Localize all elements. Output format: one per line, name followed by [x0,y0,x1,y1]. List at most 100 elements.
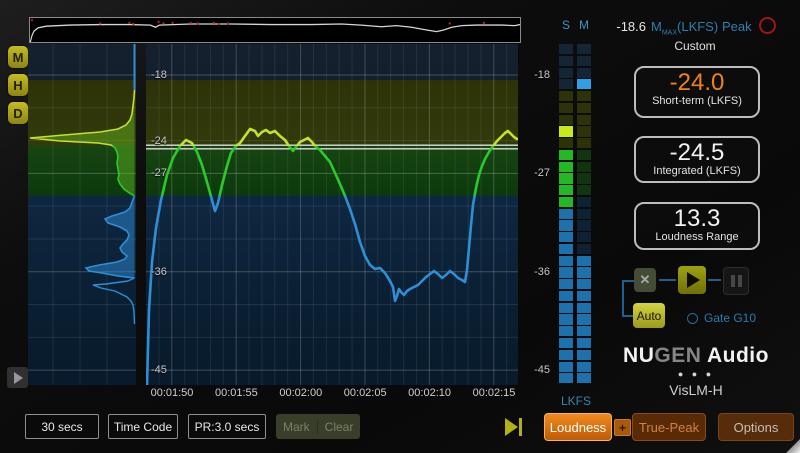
add-view-button[interactable]: + [614,419,631,436]
distribution-mode-button[interactable]: D [8,102,28,124]
momentary-meter-bar [577,44,591,385]
auto-link-line [622,280,624,317]
meter-segment [559,209,573,219]
meter-segment [559,162,573,172]
meter-segment [577,44,591,54]
history-window-select[interactable]: 30 secs [25,414,99,439]
meter-segment [559,138,573,148]
product-name: VisLM-H [620,382,772,398]
meter-segment [577,303,591,313]
meter-segment [577,56,591,66]
mark-clear-group: Mark Clear [276,414,360,439]
meter-segment [577,373,591,383]
short-term-value: -24.0 [636,70,758,95]
time-label: 00:02:15 [473,387,516,399]
play-button[interactable] [678,266,706,294]
meter-segment [559,256,573,266]
momentary-mode-button[interactable]: M [8,46,28,68]
short-term-meter-header: S [559,18,573,32]
short-term-readout[interactable]: -24.0 Short-term (LKFS) [634,66,760,118]
meter-segment [577,279,591,289]
loudness-history-graph[interactable]: -18-24-27-36-45 [146,44,518,385]
transport-link-line [659,279,676,281]
logo-dots-icon: ● ● ● [620,369,772,379]
meter-segment [577,362,591,372]
meter-segment [559,68,573,78]
practical-range-select[interactable]: PR:3.0 secs [188,414,266,439]
meter-segment [559,173,573,183]
meter-segment [577,209,591,219]
momentary-max-value: -18.6 [598,19,646,34]
meter-segment [577,314,591,324]
clear-button[interactable]: Clear [317,420,361,434]
meter-segment [559,197,573,207]
meter-segment [559,314,573,324]
loudness-range-readout[interactable]: 13.3 Loudness Range [634,202,760,250]
meter-segment [577,79,591,89]
meter-segment [559,303,573,313]
time-label: 00:02:10 [408,387,451,399]
meter-segment [577,326,591,336]
peak-label: Peak [722,19,752,34]
time-axis: 00:01:5000:01:5500:02:0000:02:0500:02:10… [146,387,518,402]
pause-button[interactable] [723,267,749,295]
meter-segment [559,291,573,301]
history-scroll-button[interactable] [7,367,28,388]
meter-segment [559,279,573,289]
meter-segment [559,244,573,254]
integrated-readout[interactable]: -24.5 Integrated (LKFS) [634,136,760,183]
integrated-label: Integrated (LKFS) [636,165,758,177]
tab-loudness[interactable]: Loudness [544,413,612,441]
meter-segment [577,291,591,301]
transport-link-line [708,279,721,281]
meter-segment [577,244,591,254]
meter-segment [559,79,573,89]
meter-segment [577,173,591,183]
meter-segment [559,115,573,125]
options-button[interactable]: Options [718,413,794,441]
meter-segment [559,373,573,383]
meter-segment [559,350,573,360]
meter-segment [577,115,591,125]
reset-button[interactable]: ✕ [634,268,656,292]
loudness-distribution-panel [28,44,136,385]
skip-to-end-icon[interactable] [503,417,525,437]
meter-segment [577,185,591,195]
meter-segment [577,232,591,242]
tab-true-peak[interactable]: True-Peak [632,413,706,441]
meter-segment [559,185,573,195]
preset-name: Custom [620,39,770,53]
time-label: 00:02:00 [279,387,322,399]
short-term-meter-bar [559,44,573,385]
meter-unit-label: LKFS [552,394,600,408]
meter-segment [559,362,573,372]
gate-label: Gate G10 [704,311,756,325]
loudness-overview-strip[interactable] [29,17,521,43]
meter-segment [577,197,591,207]
loudness-range-value: 13.3 [636,206,758,231]
integrated-value: -24.5 [636,140,758,165]
meter-segment [577,338,591,348]
momentary-meter-header: M [577,18,591,32]
time-label: 00:01:55 [215,387,258,399]
peak-indicator-led[interactable] [759,17,776,34]
meter-segment [577,162,591,172]
meter-segment [559,91,573,101]
meter-segment [577,220,591,230]
meter-segment [559,338,573,348]
history-mode-button[interactable]: H [8,74,28,96]
mark-button[interactable]: Mark [276,420,317,434]
gate-radio-button[interactable] [687,313,698,324]
play-arrow-icon [14,372,23,384]
pause-icon [731,275,735,287]
meter-segment [577,350,591,360]
auto-button[interactable]: Auto [633,303,665,328]
meter-segment [559,56,573,66]
meter-segment [577,138,591,148]
meter-segment [577,256,591,266]
resize-grip[interactable] [786,439,800,453]
meter-segment [577,103,591,113]
time-mode-select[interactable]: Time Code [108,414,178,439]
meter-segment [577,91,591,101]
meter-segment [559,267,573,277]
